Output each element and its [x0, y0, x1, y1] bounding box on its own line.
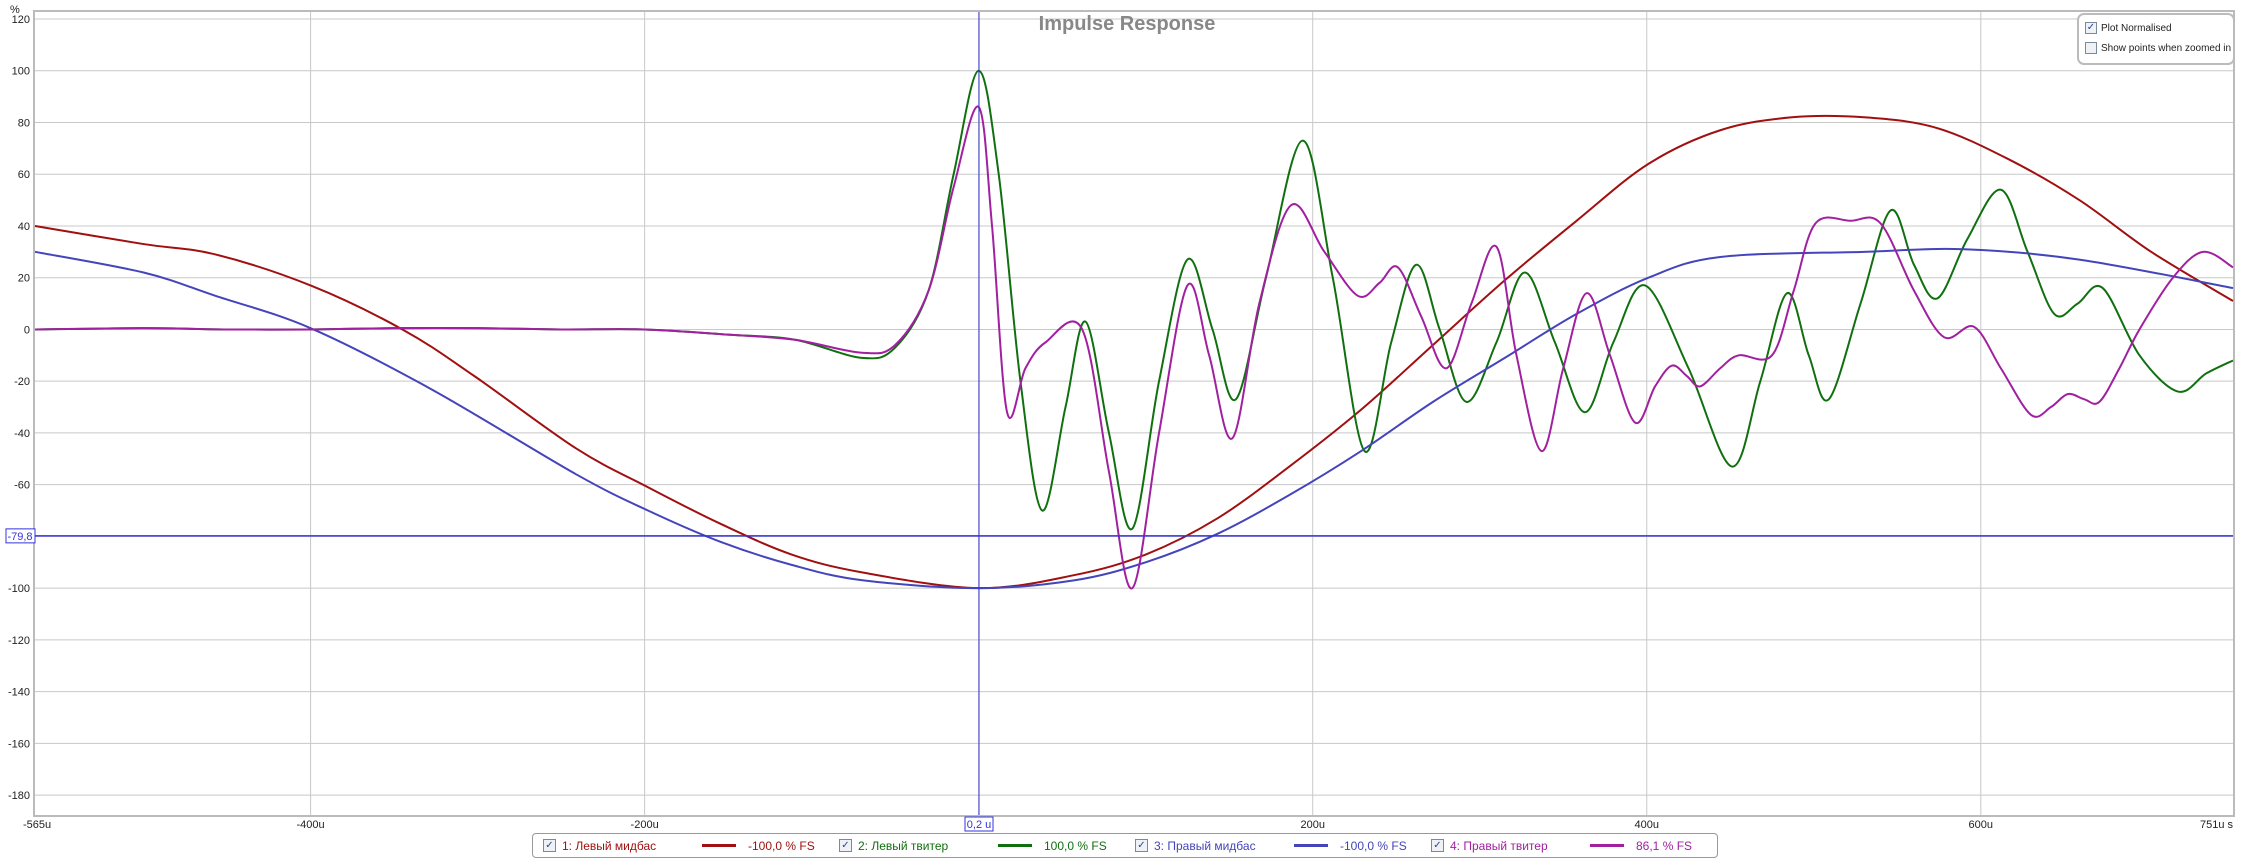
- show-points-label: Show points when zoomed in: [2101, 42, 2232, 54]
- impulse-response-chart[interactable]: 120100806040200-20-40-60-80-100-120-140-…: [0, 0, 2255, 860]
- show-points-option[interactable]: Show points when zoomed in: [2085, 38, 2233, 58]
- x-tick-label: 751u s: [2200, 819, 2234, 831]
- legend-name-4: 4: Правый твитер: [1450, 838, 1548, 853]
- plot-normalised-checkbox[interactable]: ✓: [2085, 22, 2097, 34]
- chart-title: Impulse Response: [1039, 13, 1216, 35]
- y-tick-label: 0: [24, 324, 30, 336]
- legend-item-3[interactable]: ✓ 3: Правый мидбас -100,0 % FS: [1125, 839, 1421, 853]
- legend-value-2: 100,0 % FS: [1044, 838, 1107, 853]
- y-tick-label: 40: [18, 221, 30, 233]
- legend-checkbox-3[interactable]: ✓: [1135, 839, 1148, 852]
- cursor-x-label: 0,2 u: [967, 819, 991, 831]
- x-tick-label: 400u: [1635, 819, 1659, 831]
- legend-value-4: 86,1 % FS: [1636, 838, 1693, 853]
- x-tick-label: -200u: [631, 819, 659, 831]
- y-tick-label: -120: [8, 635, 30, 647]
- legend: ✓ 1: Левый мидбас -100,0 % FS ✓ 2: Левый…: [532, 833, 1718, 858]
- x-tick-label: -565u: [23, 819, 51, 831]
- y-tick-label: -40: [14, 428, 30, 440]
- legend-swatch-1: [702, 844, 736, 847]
- x-tick-label: 200u: [1300, 819, 1324, 831]
- y-tick-label: 80: [18, 117, 30, 129]
- legend-swatch-4: [1590, 844, 1624, 847]
- plot-normalised-option[interactable]: ✓ Plot Normalised: [2085, 18, 2233, 38]
- y-tick-label: 60: [18, 169, 30, 181]
- x-tick-label: 600u: [1969, 819, 1993, 831]
- y-tick-label: -180: [8, 790, 30, 802]
- y-axis-ticks: 120100806040200-20-40-60-80-100-120-140-…: [8, 14, 30, 802]
- y-axis-label: %: [10, 4, 20, 16]
- cursor-y-label: -79,8: [7, 531, 32, 543]
- y-tick-label: -20: [14, 376, 30, 388]
- legend-name-3: 3: Правый мидбас: [1154, 838, 1256, 853]
- y-tick-label: -100: [8, 583, 30, 595]
- legend-item-4[interactable]: ✓ 4: Правый твитер 86,1 % FS: [1421, 839, 1717, 853]
- x-axis-ticks: -565u -400u -200u 200u 400u 600u 751u s: [23, 819, 2233, 831]
- legend-swatch-2: [998, 844, 1032, 847]
- legend-checkbox-2[interactable]: ✓: [839, 839, 852, 852]
- legend-name-1: 1: Левый мидбас: [562, 838, 657, 853]
- y-tick-label: 100: [12, 66, 30, 78]
- legend-value-3: -100,0 % FS: [1340, 838, 1407, 853]
- legend-item-2[interactable]: ✓ 2: Левый твитер 100,0 % FS: [829, 839, 1125, 853]
- legend-swatch-3: [1294, 844, 1328, 847]
- y-tick-label: -60: [14, 480, 30, 492]
- plot-frame: [33, 10, 2235, 817]
- legend-checkbox-1[interactable]: ✓: [543, 839, 556, 852]
- legend-name-2: 2: Левый твитер: [858, 838, 949, 853]
- legend-item-1[interactable]: ✓ 1: Левый мидбас -100,0 % FS: [533, 839, 829, 853]
- legend-value-1: -100,0 % FS: [748, 838, 815, 853]
- plot-normalised-label: Plot Normalised: [2101, 22, 2172, 34]
- legend-checkbox-4[interactable]: ✓: [1431, 839, 1444, 852]
- options-panel: ✓ Plot Normalised Show points when zoome…: [2077, 13, 2235, 65]
- x-tick-label: -400u: [297, 819, 325, 831]
- y-tick-label: -160: [8, 738, 30, 750]
- y-tick-label: 20: [18, 273, 30, 285]
- y-tick-label: -140: [8, 687, 30, 699]
- show-points-checkbox[interactable]: [2085, 42, 2097, 54]
